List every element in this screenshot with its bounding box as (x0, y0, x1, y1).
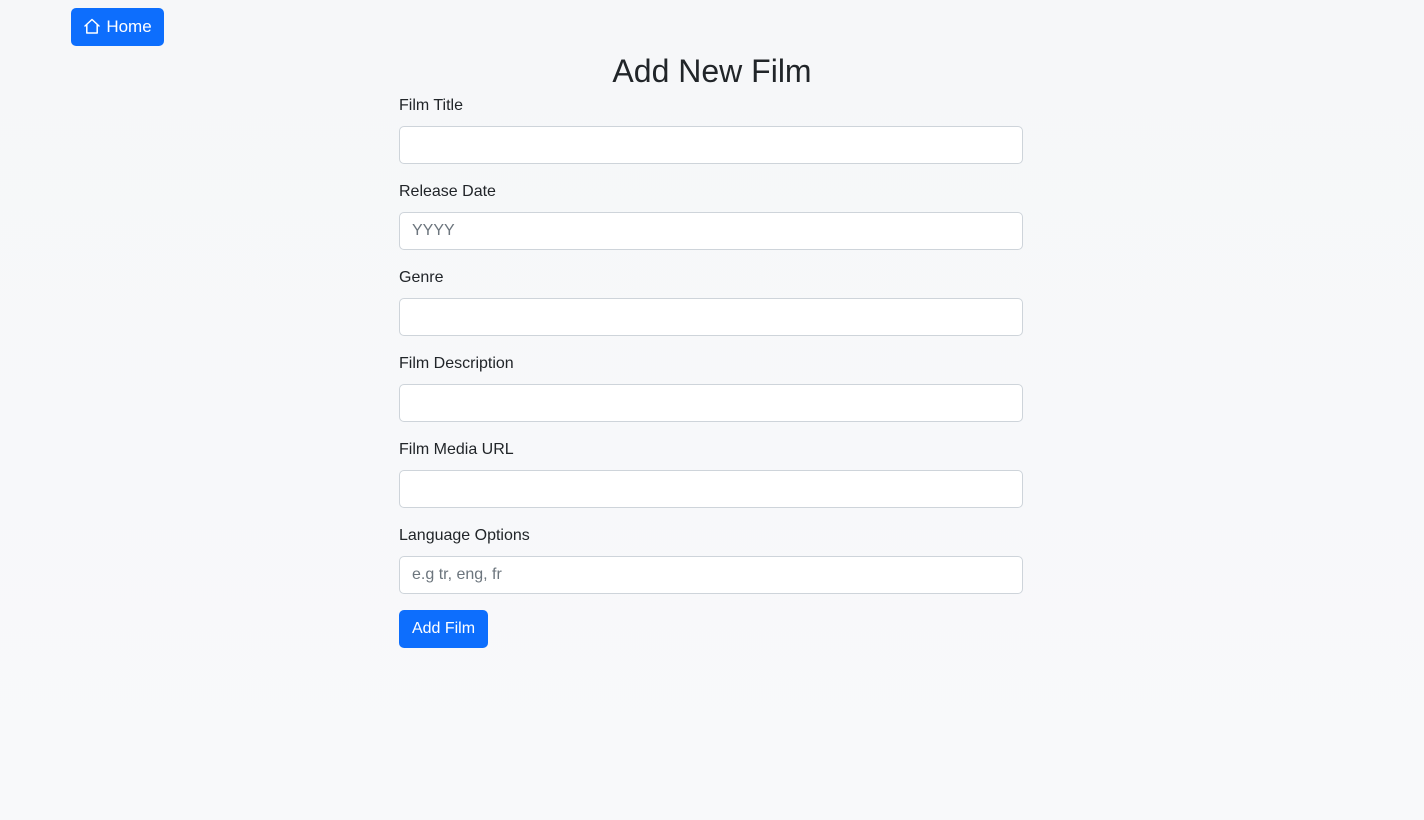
genre-label: Genre (399, 269, 444, 286)
film-description-input[interactable] (399, 384, 1023, 422)
release-date-field: Release Date (399, 182, 1023, 268)
house-icon (83, 17, 101, 35)
film-title-field: Film Title (399, 96, 1023, 182)
page-title: Add New Film (612, 53, 812, 89)
language-options-label: Language Options (399, 527, 530, 544)
film-media-url-input[interactable] (399, 470, 1023, 508)
film-media-url-field: Film Media URL (399, 440, 1023, 526)
film-description-field: Film Description (399, 354, 1023, 440)
genre-input[interactable] (399, 298, 1023, 336)
film-description-label: Film Description (399, 355, 514, 372)
home-button-label: Home (106, 17, 152, 36)
add-film-button[interactable]: Add Film (399, 610, 488, 648)
language-options-field: Language Options (399, 526, 1023, 612)
genre-field: Genre (399, 268, 1023, 354)
release-date-input[interactable] (399, 212, 1023, 250)
release-date-label: Release Date (399, 183, 496, 200)
home-button[interactable]: Home (71, 8, 164, 46)
film-media-url-label: Film Media URL (399, 441, 514, 458)
film-title-input[interactable] (399, 126, 1023, 164)
language-options-input[interactable] (399, 556, 1023, 594)
add-film-form: Film Title Release Date Genre Film Descr… (399, 96, 1023, 648)
film-title-label: Film Title (399, 97, 463, 114)
